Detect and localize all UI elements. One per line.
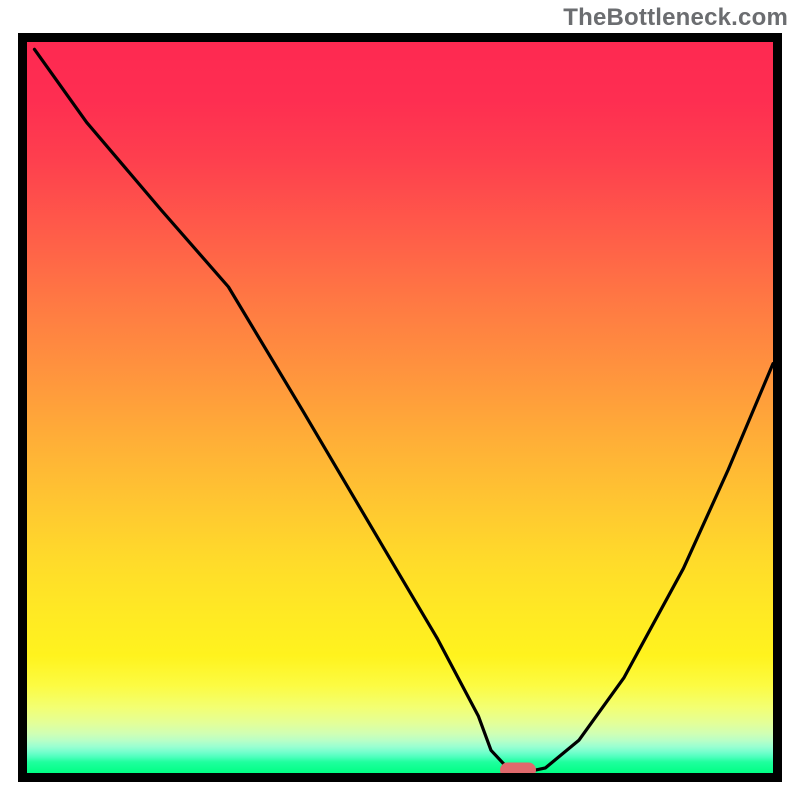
chart-container: TheBottleneck.com xyxy=(0,0,800,800)
optimal-marker xyxy=(500,763,536,778)
watermark: TheBottleneck.com xyxy=(563,4,788,32)
gradient-background xyxy=(27,42,773,773)
plot-frame xyxy=(18,33,782,782)
